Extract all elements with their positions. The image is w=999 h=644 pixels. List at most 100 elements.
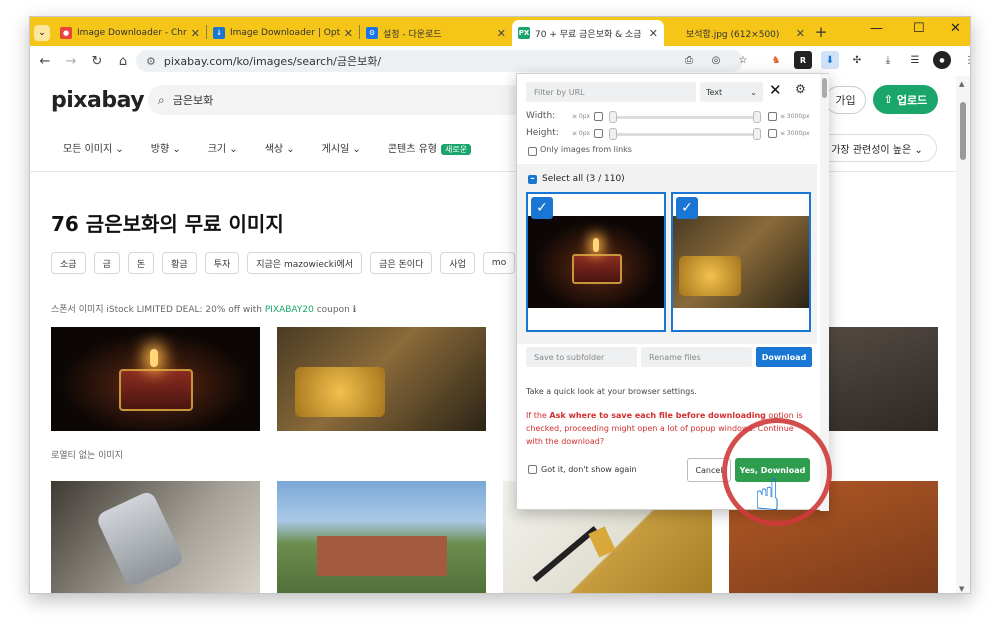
filter-url-input[interactable]: Filter by URL bbox=[526, 82, 696, 102]
subfolder-input[interactable]: Save to subfolder bbox=[526, 347, 637, 367]
tab-image-downloader-options[interactable]: ↓ Image Downloader | Optic ✕ bbox=[207, 20, 359, 46]
close-window-button[interactable]: ✕ bbox=[950, 21, 961, 36]
image-card-chest-pirate[interactable]: ✓ bbox=[671, 192, 811, 332]
page-scrollbar[interactable]: ▲ ▼ bbox=[956, 76, 970, 593]
tag-chip[interactable]: 사업 bbox=[440, 252, 475, 274]
image-thumbnail bbox=[673, 216, 809, 308]
tag-chip[interactable]: 황금 bbox=[162, 252, 197, 274]
close-tab-icon[interactable]: ✕ bbox=[796, 27, 805, 40]
filter-type-value: Text bbox=[706, 87, 723, 97]
sponsor-suffix: coupon ℹ bbox=[316, 305, 357, 315]
height-label: Height: bbox=[526, 128, 559, 138]
toolbar-icons: ⎙ ◎ ☆ ♞ R ⬇ ✣ ⤓ ☰ ● ⋮ bbox=[680, 51, 970, 69]
close-tab-icon[interactable]: ✕ bbox=[344, 27, 353, 40]
gold-bar-shape bbox=[588, 526, 616, 558]
search-input[interactable]: ⌕ 금은보화 bbox=[148, 85, 528, 115]
reading-list-icon[interactable]: ☰ bbox=[906, 51, 924, 69]
screen-cast-icon[interactable]: ⎙ bbox=[680, 51, 698, 69]
tab-image-downloader-store[interactable]: ● Image Downloader - Chro ✕ bbox=[54, 20, 206, 46]
candle-glow bbox=[593, 238, 599, 252]
join-button[interactable]: 가입 bbox=[825, 86, 866, 114]
select-all-checkbox[interactable]: – Select all (3 / 110) bbox=[528, 174, 625, 184]
dont-show-again-checkbox[interactable]: Got it, don't show again bbox=[528, 465, 637, 474]
forward-arrow-icon[interactable]: → bbox=[58, 54, 84, 69]
close-tab-icon[interactable]: ✕ bbox=[191, 27, 200, 40]
tab-search-button[interactable]: ⌄ bbox=[30, 20, 54, 46]
upload-button[interactable]: ⇧ 업로드 bbox=[873, 85, 938, 114]
close-icon[interactable]: ✕ bbox=[769, 81, 782, 99]
height-slider-track bbox=[609, 133, 759, 136]
chest-shape bbox=[119, 369, 193, 411]
image-treasure-pirate[interactable] bbox=[277, 327, 486, 431]
pixabay-logo[interactable]: pixabay bbox=[51, 88, 145, 113]
image-factory-town[interactable] bbox=[277, 481, 486, 593]
tag-chip[interactable]: 금은 돈이다 bbox=[370, 252, 433, 274]
checkmark-icon[interactable]: ✓ bbox=[676, 197, 698, 219]
coupon-code[interactable]: PIXABAY20 bbox=[265, 305, 314, 315]
download-button[interactable]: Download bbox=[756, 347, 812, 367]
filter-all-images[interactable]: 모든 이미지 ⌄ bbox=[63, 140, 124, 155]
tag-chip[interactable]: 소금 bbox=[51, 252, 86, 274]
profile-avatar[interactable]: ● bbox=[933, 51, 951, 69]
downloads-icon[interactable]: ⤓ bbox=[879, 51, 897, 69]
r-extension-icon[interactable]: R bbox=[794, 51, 812, 69]
filter-content-type[interactable]: 콘텐츠 유형 새로운 bbox=[388, 140, 472, 155]
sort-dropdown[interactable]: 가장 관련성이 높은 ⌄ bbox=[817, 134, 937, 162]
filter-date[interactable]: 게시일 ⌄ bbox=[322, 140, 361, 155]
bookmark-star-icon[interactable]: ☆ bbox=[734, 51, 752, 69]
site-info-icon[interactable]: ⚙ bbox=[146, 55, 156, 68]
address-bar[interactable]: ⚙ pixabay.com/ko/images/search/금은보화/ bbox=[136, 50, 743, 72]
height-max-handle[interactable] bbox=[753, 128, 761, 140]
width-min-checkbox[interactable] bbox=[594, 112, 603, 121]
new-tab-button[interactable]: + bbox=[811, 23, 831, 41]
image-salt-shaker[interactable] bbox=[51, 481, 260, 593]
fox-extension-icon[interactable]: ♞ bbox=[767, 51, 785, 69]
tab-pixabay[interactable]: PX 70 + 무료 금은보화 & 소금 ✕ bbox=[512, 20, 664, 46]
rename-files-input[interactable]: Rename files bbox=[641, 347, 752, 367]
extensions-puzzle-icon[interactable]: ✣ bbox=[848, 51, 866, 69]
filter-type-select[interactable]: Text ⌄ bbox=[700, 82, 763, 102]
tab-title: Image Downloader | Optic bbox=[230, 28, 340, 38]
back-arrow-icon[interactable]: ← bbox=[32, 54, 58, 69]
settings-gear-icon[interactable]: ⚙ bbox=[795, 82, 806, 96]
maximize-button[interactable]: ☐ bbox=[913, 21, 925, 36]
width-min-handle[interactable] bbox=[609, 111, 617, 123]
home-icon[interactable]: ⌂ bbox=[110, 54, 136, 69]
image-card-chest-dark[interactable]: ✓ bbox=[526, 192, 666, 332]
only-links-checkbox[interactable] bbox=[528, 147, 537, 156]
download-ext-icon: ↓ bbox=[213, 27, 225, 39]
close-tab-icon[interactable]: ✕ bbox=[497, 27, 506, 40]
minimize-button[interactable]: — bbox=[870, 21, 883, 36]
tag-chip[interactable]: 투자 bbox=[204, 252, 240, 274]
browser-window: ⌄ ● Image Downloader - Chro ✕ ↓ Image Do… bbox=[29, 16, 971, 594]
height-min-checkbox[interactable] bbox=[594, 129, 603, 138]
popup-scroll-thumb[interactable] bbox=[822, 78, 827, 98]
close-tab-icon[interactable]: ✕ bbox=[649, 27, 658, 40]
page-title: 76 금은보화의 무료 이미지 bbox=[51, 212, 284, 236]
width-max-checkbox[interactable] bbox=[768, 112, 777, 121]
only-links-label: Only images from links bbox=[540, 145, 632, 154]
tag-chip[interactable]: 지금은 mazowiecki에서 bbox=[247, 252, 363, 274]
image-downloader-extension-icon[interactable]: ⬇ bbox=[821, 51, 839, 69]
reload-icon[interactable]: ↻ bbox=[84, 54, 110, 69]
eye-slash-icon[interactable]: ◎ bbox=[707, 51, 725, 69]
scroll-thumb[interactable] bbox=[960, 102, 966, 160]
filter-color[interactable]: 색상 ⌄ bbox=[265, 140, 295, 155]
image-treasure-chest-dark[interactable] bbox=[51, 327, 260, 431]
tag-chip[interactable]: 금 bbox=[93, 252, 120, 274]
height-max-checkbox[interactable] bbox=[768, 129, 777, 138]
scroll-down-icon[interactable]: ▼ bbox=[959, 585, 964, 593]
tag-chip[interactable]: mo bbox=[482, 252, 516, 274]
height-min-handle[interactable] bbox=[609, 128, 617, 140]
scroll-up-icon[interactable]: ▲ bbox=[959, 80, 964, 88]
checkmark-icon[interactable]: ✓ bbox=[531, 197, 553, 219]
menu-kebab-icon[interactable]: ⋮ bbox=[960, 51, 970, 69]
tab-jewelry-jpg[interactable]: 보석함.jpg (612×500) ✕ bbox=[664, 20, 811, 46]
tab-settings-downloads[interactable]: ⚙ 설정 - 다운로드 ✕ bbox=[360, 20, 512, 46]
tag-chip[interactable]: 돈 bbox=[127, 252, 155, 274]
tab-title: Image Downloader - Chro bbox=[77, 28, 187, 38]
filter-size[interactable]: 크기 ⌄ bbox=[208, 140, 238, 155]
filter-orientation[interactable]: 방향 ⌄ bbox=[151, 140, 181, 155]
salt-shaker-shape bbox=[94, 489, 186, 589]
width-max-handle[interactable] bbox=[753, 111, 761, 123]
